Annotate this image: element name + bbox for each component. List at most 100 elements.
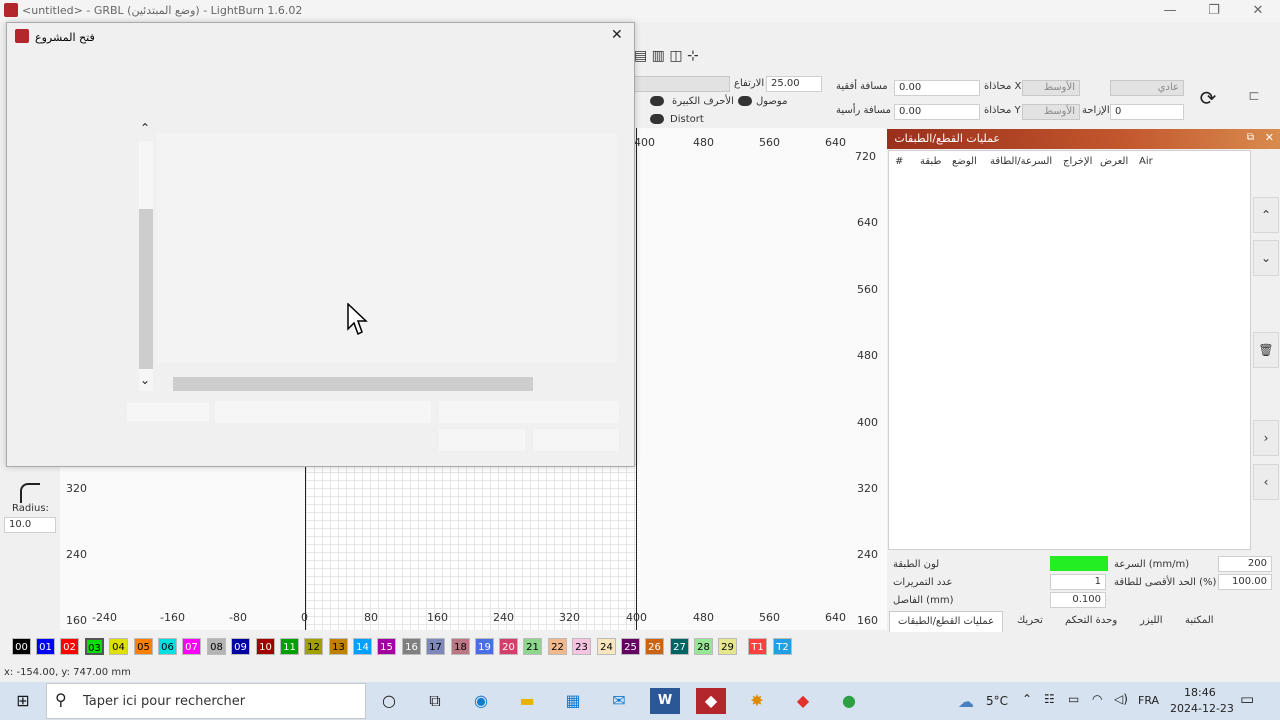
offset-field[interactable]: 0 (1110, 104, 1184, 120)
anydesk-icon[interactable]: ◆ (788, 688, 818, 714)
max-power-field[interactable]: 100.00 (1218, 574, 1272, 590)
word-icon[interactable]: W (650, 688, 680, 714)
tray-chevron-icon[interactable]: ⌃ (1022, 692, 1032, 706)
caps-toggle[interactable] (650, 96, 664, 106)
palette-swatch-28[interactable]: 28 (694, 638, 713, 655)
task-view-icon[interactable]: ⧉ (420, 688, 450, 714)
mode-dropdown[interactable]: عادي (1110, 80, 1184, 96)
tab-move[interactable]: تحريك (1009, 611, 1051, 631)
palette-swatch-27[interactable]: 27 (670, 638, 689, 655)
layer-color-swatch[interactable] (1050, 556, 1108, 571)
mail-icon[interactable]: ✉ (604, 688, 634, 714)
palette-swatch-24[interactable]: 24 (597, 638, 616, 655)
file-explorer-icon[interactable]: ▬ (512, 688, 542, 714)
palette-swatch-15[interactable]: 15 (377, 638, 396, 655)
maximize-button[interactable]: ❐ (1192, 0, 1236, 22)
expand-left-button[interactable]: ‹ (1253, 464, 1279, 500)
palette-swatch-09[interactable]: 09 (231, 638, 250, 655)
palette-swatch-20[interactable]: 20 (499, 638, 518, 655)
passes-field[interactable]: 1 (1050, 574, 1106, 590)
vertical-scrollbar-thumb[interactable] (139, 209, 153, 369)
dialog-close-button[interactable]: ✕ (611, 27, 623, 43)
tab-laser[interactable]: الليزر (1132, 611, 1171, 631)
v-distance-field[interactable]: 0.00 (894, 104, 980, 120)
edge-icon[interactable]: ◉ (466, 688, 496, 714)
connected-toggle[interactable] (738, 96, 752, 106)
palette-swatch-23[interactable]: 23 (572, 638, 591, 655)
wifi-icon[interactable]: ◠ (1092, 692, 1102, 706)
palette-swatch-13[interactable]: 13 (329, 638, 348, 655)
panel-float-icon[interactable]: ⧉ (1247, 132, 1254, 143)
filetype-dropdown-placeholder[interactable] (439, 401, 619, 423)
cancel-button-placeholder[interactable] (533, 429, 619, 451)
tab-cuts-layers[interactable]: عمليات القطع/الطبقات (889, 611, 1004, 632)
windows-start-icon[interactable]: ⊞ (8, 688, 38, 714)
tab-library[interactable]: المكتبة (1177, 611, 1222, 631)
close-window-button[interactable]: ✕ (1236, 0, 1280, 22)
language-indicator[interactable]: FRA (1138, 694, 1159, 707)
layers-table[interactable]: # طبقة الوضع السرعة/الطاقة الإخراج العرض… (888, 150, 1251, 550)
move-layer-down-button[interactable]: ⌄ (1253, 240, 1279, 276)
rounded-corner-tool-icon[interactable] (20, 483, 40, 503)
palette-swatch-07[interactable]: 07 (182, 638, 201, 655)
align-y-dropdown[interactable]: الأوسط (1022, 104, 1080, 120)
horizontal-scrollbar-thumb[interactable] (173, 377, 533, 391)
cortana-icon[interactable]: ○ (374, 688, 404, 714)
store-icon[interactable]: ▦ (558, 688, 588, 714)
palette-swatch-t2[interactable]: T2 (773, 638, 792, 655)
align-x-dropdown[interactable]: الأوسط (1022, 80, 1080, 96)
palette-swatch-21[interactable]: 21 (523, 638, 542, 655)
app-icon[interactable]: ✸ (742, 688, 772, 714)
delete-layer-button[interactable]: 🗑 (1253, 332, 1279, 368)
move-layer-up-button[interactable]: ⌃ (1253, 197, 1279, 233)
filename-field-placeholder[interactable] (215, 401, 431, 423)
speed-field[interactable]: 200 (1218, 556, 1272, 572)
clock-time[interactable]: 18:46 (1184, 686, 1216, 699)
radius-field[interactable]: 10.0 (4, 517, 56, 533)
palette-swatch-01[interactable]: 01 (36, 638, 55, 655)
palette-swatch-06[interactable]: 06 (158, 638, 177, 655)
weather-icon[interactable]: ☁ (958, 692, 974, 711)
clock-date[interactable]: 2024-12-23 (1170, 702, 1234, 715)
palette-swatch-17[interactable]: 17 (426, 638, 445, 655)
network-icon[interactable]: ☷ (1044, 692, 1055, 706)
font-dropdown[interactable] (632, 76, 730, 92)
height-field[interactable]: 25.00 (766, 76, 822, 92)
palette-swatch-t1[interactable]: T1 (748, 638, 767, 655)
file-list-area[interactable] (157, 133, 617, 363)
palette-swatch-16[interactable]: 16 (402, 638, 421, 655)
palette-swatch-22[interactable]: 22 (548, 638, 567, 655)
notification-icon[interactable]: ▭ (1240, 690, 1254, 708)
h-distance-field[interactable]: 0.00 (894, 80, 980, 96)
battery-icon[interactable]: ▭ (1068, 692, 1079, 706)
volume-icon[interactable]: ◁) (1114, 692, 1128, 706)
scroll-up-button[interactable]: ⌃ (140, 121, 150, 135)
palette-swatch-04[interactable]: 04 (109, 638, 128, 655)
minimize-button[interactable]: — (1148, 0, 1192, 22)
palette-swatch-05[interactable]: 05 (134, 638, 153, 655)
chrome-icon[interactable]: ● (834, 688, 864, 714)
palette-swatch-02[interactable]: 02 (60, 638, 79, 655)
panel-close-icon[interactable]: ✕ (1265, 131, 1274, 144)
interval-field[interactable]: 0.100 (1050, 592, 1106, 608)
panel-dock-icon[interactable]: ⊏ (1242, 88, 1266, 108)
palette-swatch-00[interactable]: 00 (12, 638, 31, 655)
align-tools-icon[interactable]: ▤ ▥ ◫ ⊹ (634, 48, 734, 66)
palette-swatch-11[interactable]: 11 (280, 638, 299, 655)
distort-toggle[interactable] (650, 114, 664, 124)
open-button-placeholder[interactable] (439, 429, 525, 451)
palette-swatch-10[interactable]: 10 (256, 638, 275, 655)
palette-swatch-03[interactable]: 03 (85, 638, 104, 655)
refresh-icon[interactable]: ⟳ (1196, 86, 1220, 110)
palette-swatch-08[interactable]: 08 (207, 638, 226, 655)
palette-swatch-19[interactable]: 19 (475, 638, 494, 655)
lightburn-taskbar-icon[interactable]: ◆ (696, 688, 726, 714)
palette-swatch-18[interactable]: 18 (451, 638, 470, 655)
palette-swatch-25[interactable]: 25 (621, 638, 640, 655)
tab-console[interactable]: وحدة التحكم (1057, 611, 1125, 631)
taskbar-search-box[interactable]: ⚲ Taper ici pour rechercher (46, 683, 366, 719)
palette-swatch-26[interactable]: 26 (645, 638, 664, 655)
scroll-down-button[interactable]: ⌄ (140, 373, 150, 387)
palette-swatch-29[interactable]: 29 (718, 638, 737, 655)
palette-swatch-12[interactable]: 12 (304, 638, 323, 655)
